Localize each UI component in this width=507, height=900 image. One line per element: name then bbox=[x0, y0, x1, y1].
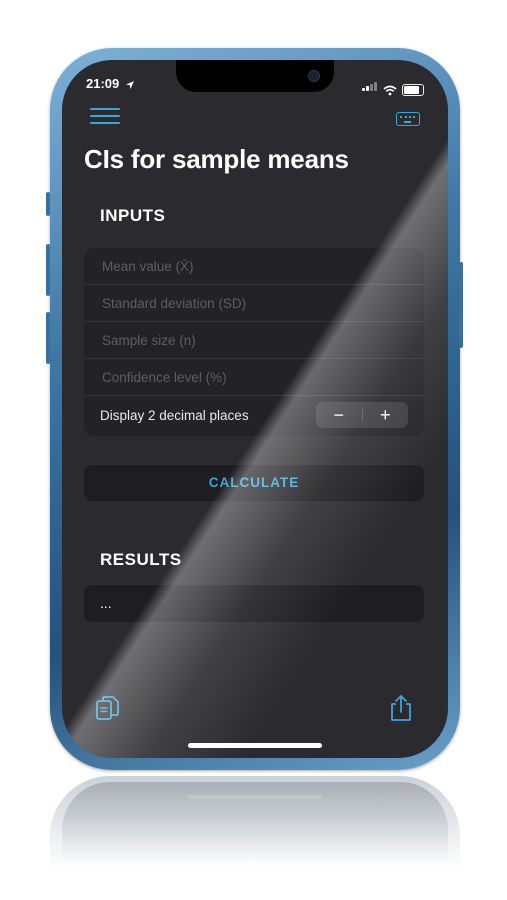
copy-icon[interactable] bbox=[96, 696, 120, 722]
confidence-row bbox=[84, 359, 424, 396]
wifi-icon bbox=[383, 85, 397, 96]
mean-input[interactable] bbox=[100, 257, 404, 275]
side-button-volume-up bbox=[46, 244, 50, 296]
app-screen: 21:09 CIs for sample means INPUTS Mean v… bbox=[62, 60, 448, 758]
calculate-button[interactable]: CALCULATE bbox=[84, 465, 424, 501]
status-time: 21:09 bbox=[86, 76, 135, 91]
decimal-places-label: Display 2 decimal places bbox=[100, 407, 249, 423]
confidence-input[interactable] bbox=[100, 368, 404, 386]
sd-row bbox=[84, 285, 424, 322]
home-indicator[interactable] bbox=[188, 743, 322, 748]
increment-button[interactable]: + bbox=[363, 402, 409, 428]
location-arrow-icon bbox=[125, 80, 134, 89]
side-button-volume-down bbox=[46, 312, 50, 364]
side-button-power bbox=[459, 262, 463, 348]
results-output: ... bbox=[84, 585, 424, 622]
sample-size-row bbox=[84, 322, 424, 359]
sample-size-input[interactable] bbox=[100, 331, 404, 349]
results-section-title: RESULTS bbox=[100, 550, 182, 569]
reflection-home-indicator bbox=[188, 795, 322, 799]
status-icons bbox=[362, 78, 424, 96]
sd-input[interactable] bbox=[100, 294, 404, 312]
battery-icon bbox=[402, 84, 424, 96]
signal-icon bbox=[362, 78, 378, 96]
decimal-stepper: − + bbox=[316, 402, 408, 428]
notch bbox=[176, 60, 334, 92]
decrement-button[interactable]: − bbox=[316, 402, 362, 428]
decimal-places-row: Display 2 decimal places − + bbox=[84, 396, 424, 434]
share-icon[interactable] bbox=[388, 694, 414, 722]
phone-reflection bbox=[50, 776, 460, 886]
keyboard-icon[interactable] bbox=[396, 112, 420, 126]
camera-icon bbox=[308, 70, 320, 82]
mean-row bbox=[84, 248, 424, 285]
side-button-silent bbox=[46, 192, 50, 216]
inputs-group: Display 2 decimal places − + bbox=[84, 248, 424, 436]
inputs-section-title: INPUTS bbox=[100, 206, 166, 225]
menu-icon[interactable] bbox=[90, 108, 120, 128]
page-title: CIs for sample means bbox=[84, 144, 349, 174]
